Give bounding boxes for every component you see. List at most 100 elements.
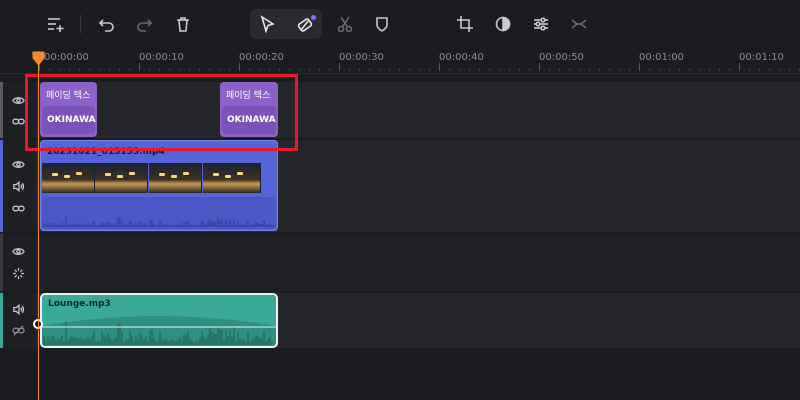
timeline-toolbar <box>0 0 800 48</box>
ruler-tick <box>309 68 310 71</box>
ruler-tick <box>109 68 110 71</box>
undo-icon[interactable] <box>94 11 120 37</box>
ruler-tick <box>79 68 80 71</box>
ruler-tick <box>509 68 510 71</box>
sparkle-icon[interactable] <box>11 266 25 280</box>
ruler-tick <box>359 68 360 71</box>
ruler-label: 00:00:50 <box>539 52 584 63</box>
eye-icon[interactable] <box>11 93 25 107</box>
ruler-tick <box>669 68 670 71</box>
unlink-icon[interactable] <box>11 323 25 337</box>
thumbnail-light <box>76 172 82 175</box>
audio-clip-title: Lounge.mp3 <box>48 299 111 309</box>
ruler-tick <box>209 68 210 71</box>
mode-indicator-dot <box>311 15 316 20</box>
ruler-tick <box>519 68 520 71</box>
ruler-tick <box>369 68 370 71</box>
audio-clip[interactable]: Lounge.mp3 <box>40 293 278 348</box>
eye-icon[interactable] <box>11 244 25 258</box>
color-icon[interactable] <box>490 11 516 37</box>
ruler-tick <box>239 63 240 71</box>
ruler-tick <box>619 68 620 71</box>
adjust-icon[interactable] <box>528 11 554 37</box>
audio-track: Lounge.mp3 <box>0 293 800 348</box>
video-thumbnail <box>203 163 261 193</box>
merge-icon[interactable] <box>566 11 592 37</box>
video-thumbnail <box>149 163 202 193</box>
crop-icon[interactable] <box>452 11 478 37</box>
ruler-tick <box>529 68 530 71</box>
ruler-tick <box>119 68 120 71</box>
thumbnail-light <box>105 173 111 176</box>
ruler-tick <box>419 68 420 71</box>
link-icon[interactable] <box>11 201 25 215</box>
thumbnail-light <box>225 175 231 178</box>
thumbnail-light <box>213 173 219 176</box>
ruler-tick <box>499 68 500 71</box>
playhead-handle[interactable] <box>32 51 45 66</box>
ruler-tick <box>689 68 690 71</box>
add-track-icon[interactable] <box>42 11 68 37</box>
video-editor: 00:00:00 00:00:10 00:00:20 00:00:30 00:0… <box>0 0 800 400</box>
volume-icon[interactable] <box>11 179 25 193</box>
ruler-tick <box>449 68 450 71</box>
ruler-tick <box>469 68 470 71</box>
ruler-tick <box>399 68 400 71</box>
ruler-tick <box>99 68 100 71</box>
link-icon[interactable] <box>11 114 25 128</box>
ruler-tick <box>609 68 610 71</box>
track-color-bar <box>0 234 3 291</box>
select-pointer-icon[interactable] <box>254 11 280 37</box>
ruler-tick <box>549 68 550 71</box>
redo-icon[interactable] <box>131 11 157 37</box>
ruler-tick <box>649 68 650 71</box>
ruler-tick <box>279 68 280 71</box>
ruler-tick <box>559 68 560 71</box>
volume-icon[interactable] <box>11 302 25 316</box>
ruler-tick <box>69 68 70 71</box>
video-audio-waveform <box>42 197 276 229</box>
ruler-tick <box>579 68 580 71</box>
ruler-tick <box>439 63 440 71</box>
ruler-tick <box>289 68 290 71</box>
ruler-label: 00:00:40 <box>439 52 484 63</box>
effects-track-body <box>36 234 800 291</box>
ruler-tick <box>639 63 640 71</box>
video-thumbnail <box>95 163 148 193</box>
ruler-tick <box>539 63 540 71</box>
ruler-tick <box>149 68 150 71</box>
thumbnail-light <box>52 173 58 176</box>
ruler-tick <box>459 68 460 71</box>
ruler-tick <box>479 68 480 71</box>
timeline-ruler[interactable]: 00:00:00 00:00:10 00:00:20 00:00:30 00:0… <box>0 48 800 74</box>
video-clip[interactable]: 20231021_015155.mp4 <box>40 140 278 231</box>
shield-icon[interactable] <box>369 11 395 37</box>
ruler-label: 00:01:10 <box>739 52 784 63</box>
ruler-tick <box>319 68 320 71</box>
ruler-tick <box>699 68 700 71</box>
thumbnail-light <box>237 172 243 175</box>
eye-icon[interactable] <box>11 157 25 171</box>
audio-track-header <box>0 293 36 348</box>
ruler-tick <box>679 68 680 71</box>
ruler-tick <box>379 68 380 71</box>
ruler-tick <box>299 68 300 71</box>
thumbnail-light <box>129 172 135 175</box>
delete-icon[interactable] <box>170 11 196 37</box>
track-color-bar <box>0 293 3 348</box>
ruler-tick <box>569 68 570 71</box>
ruler-tick <box>249 68 250 71</box>
ruler-tick <box>719 68 720 71</box>
playhead-line[interactable] <box>38 51 39 400</box>
video-thumbnail <box>42 163 95 193</box>
ruler-tick <box>59 68 60 71</box>
ruler-label: 00:01:00 <box>639 52 684 63</box>
ruler-label: 00:00:20 <box>239 52 284 63</box>
ruler-tick <box>259 68 260 71</box>
ruler-tick <box>169 68 170 71</box>
ruler-tick <box>629 68 630 71</box>
selection-highlight-box <box>25 74 298 151</box>
split-icon[interactable] <box>332 11 358 37</box>
ruler-tick <box>89 68 90 71</box>
ruler-tick <box>739 63 740 71</box>
